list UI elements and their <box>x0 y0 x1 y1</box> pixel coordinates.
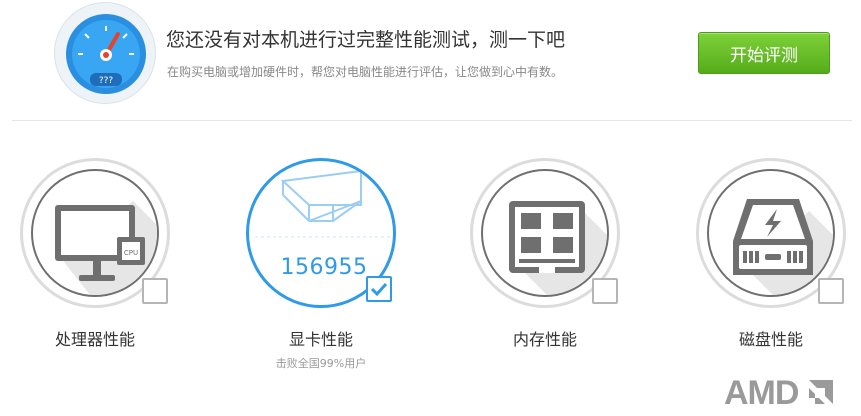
speedometer-icon: ??? <box>54 2 156 104</box>
disk-checkbox[interactable] <box>818 278 844 304</box>
amd-logo-text: AMD <box>724 374 799 412</box>
card-gpu[interactable]: 156955 <box>246 158 396 308</box>
memory-label: 内存性能 <box>512 330 577 349</box>
performance-test-panel: ??? 您还没有对本机进行过完整性能测试，测一下吧 在购买电脑或增加硬件时，帮您… <box>0 0 861 416</box>
card-disk[interactable] <box>696 158 846 308</box>
cpu-checkbox[interactable] <box>142 278 168 304</box>
cpu-chip-label: CPU <box>124 249 138 257</box>
page-title: 您还没有对本机进行过完整性能测试，测一下吧 <box>166 29 566 51</box>
page-subtitle: 在购买电脑或增加硬件时，帮您对电脑性能进行评估，让您做到心中有数。 <box>167 65 564 79</box>
gpu-label: 显卡性能 <box>288 330 353 349</box>
cpu-label: 处理器性能 <box>54 330 135 349</box>
amd-logo: AMD <box>724 374 835 413</box>
memory-checkbox[interactable] <box>592 278 618 304</box>
gpu-rank-text: 击败全国99%用户 <box>275 357 367 370</box>
start-test-button[interactable]: 开始评测 <box>698 32 830 74</box>
divider <box>12 120 852 121</box>
memory-chip-icon <box>509 201 607 295</box>
disk-label: 磁盘性能 <box>738 330 803 349</box>
card-memory[interactable] <box>470 158 620 308</box>
gpu-checkbox[interactable] <box>366 276 392 302</box>
checkmark-icon <box>370 282 388 297</box>
gauge-text: ??? <box>99 76 114 86</box>
hard-disk-icon <box>733 199 833 295</box>
amd-arrow-icon <box>808 380 833 404</box>
cpu-monitor-icon: CPU <box>55 201 157 295</box>
card-cpu[interactable]: CPU <box>20 158 170 308</box>
